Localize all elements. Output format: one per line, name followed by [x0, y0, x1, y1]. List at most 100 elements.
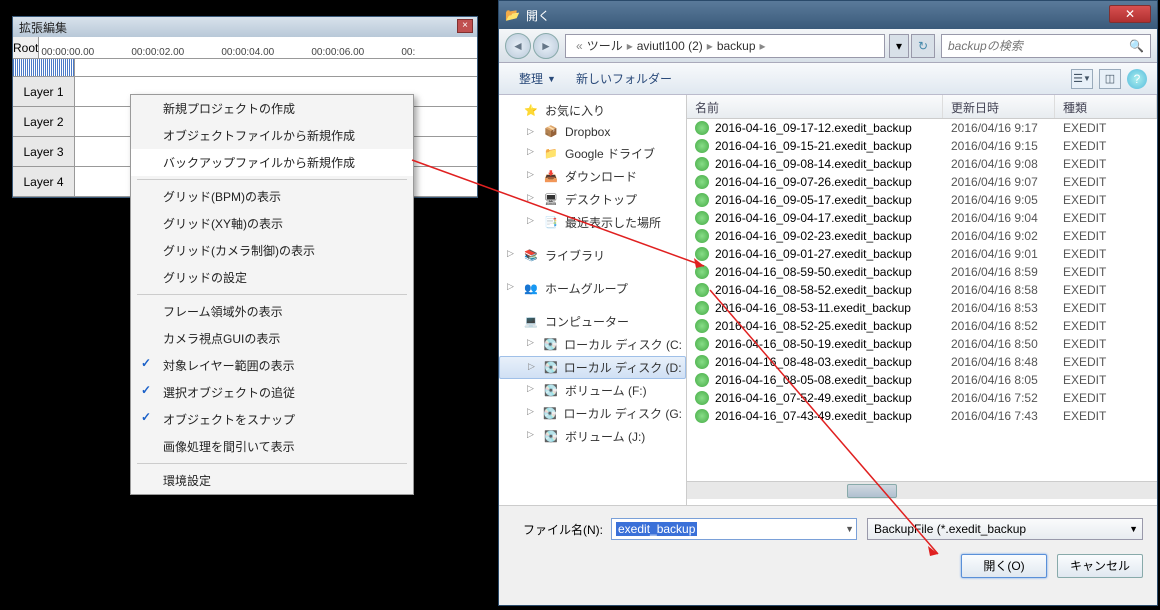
file-row[interactable]: 2016-04-16_07-52-49.exedit_backup2016/04… [687, 389, 1157, 407]
expand-icon[interactable]: ▷ [528, 361, 535, 372]
expand-icon[interactable]: ▷ [527, 169, 534, 180]
col-header-name[interactable]: 名前 [687, 95, 943, 118]
new-folder-button[interactable]: 新しいフォルダー [566, 66, 682, 91]
tree-group[interactable]: ⭐お気に入り [499, 99, 686, 122]
view-options-icon[interactable]: ☰ ▼ [1071, 69, 1093, 89]
file-row[interactable]: 2016-04-16_08-52-25.exedit_backup2016/04… [687, 317, 1157, 335]
open-button[interactable]: 開く(O) [961, 554, 1047, 578]
tree-item[interactable]: ▷💽ボリューム (J:) [499, 425, 686, 448]
menu-item[interactable]: カメラ視点GUIの表示 [131, 325, 413, 352]
expand-icon[interactable]: ▷ [527, 215, 534, 226]
expand-icon[interactable]: ▷ [527, 429, 534, 440]
tree-item[interactable]: ▷📑最近表示した場所 [499, 211, 686, 234]
timeline-titlebar[interactable]: 拡張編集 × [13, 17, 477, 37]
forward-button[interactable]: ► [533, 33, 559, 59]
menu-item[interactable]: 画像処理を間引いて表示 [131, 433, 413, 460]
file-row[interactable]: 2016-04-16_08-59-50.exedit_backup2016/04… [687, 263, 1157, 281]
file-row[interactable]: 2016-04-16_08-53-11.exedit_backup2016/04… [687, 299, 1157, 317]
menu-item[interactable]: バックアップファイルから新規作成 [131, 149, 413, 176]
chevron-down-icon[interactable]: ▼ [845, 524, 854, 534]
file-row[interactable]: 2016-04-16_08-48-03.exedit_backup2016/04… [687, 353, 1157, 371]
layer-label[interactable]: Layer 3 [13, 137, 75, 166]
search-box[interactable]: 🔍 [941, 34, 1151, 58]
file-row[interactable]: 2016-04-16_09-05-17.exedit_backup2016/04… [687, 191, 1157, 209]
back-button[interactable]: ◄ [505, 33, 531, 59]
wave-track[interactable] [75, 59, 477, 76]
file-row[interactable]: 2016-04-16_09-15-21.exedit_backup2016/04… [687, 137, 1157, 155]
file-row[interactable]: 2016-04-16_08-05-08.exedit_backup2016/04… [687, 371, 1157, 389]
file-row[interactable]: 2016-04-16_09-01-27.exedit_backup2016/04… [687, 245, 1157, 263]
time-ruler[interactable]: 00:00:00.0000:00:02.0000:00:04.0000:00:0… [39, 37, 491, 58]
expand-icon[interactable]: ▷ [527, 192, 534, 203]
menu-item[interactable]: グリッドの設定 [131, 264, 413, 291]
horizontal-scrollbar[interactable] [687, 481, 1157, 499]
expand-icon[interactable]: ▷ [527, 126, 534, 137]
file-row[interactable]: 2016-04-16_09-04-17.exedit_backup2016/04… [687, 209, 1157, 227]
tree-group[interactable]: 💻コンピューター [499, 310, 686, 333]
tree-item[interactable]: ▷💽ローカル ディスク (G: [499, 402, 686, 425]
organize-button[interactable]: 整理▼ [509, 66, 566, 91]
root-cell[interactable]: Root [13, 37, 39, 58]
chevron-down-icon[interactable]: ▼ [1129, 524, 1138, 534]
file-rows[interactable]: 2016-04-16_09-17-12.exedit_backup2016/04… [687, 119, 1157, 481]
layer-label[interactable]: Layer 4 [13, 167, 75, 196]
tree-item[interactable]: ▷💽ローカル ディスク (C: [499, 333, 686, 356]
list-header[interactable]: 名前 更新日時 種類 [687, 95, 1157, 119]
close-icon[interactable]: ✕ [1109, 5, 1151, 23]
expand-icon[interactable]: ▷ [507, 281, 514, 292]
expand-icon[interactable]: ▷ [527, 383, 534, 394]
breadcrumb-item[interactable]: backup [717, 39, 756, 53]
expand-icon[interactable]: ▷ [527, 406, 534, 417]
file-list: 名前 更新日時 種類 2016-04-16_09-17-12.exedit_ba… [687, 95, 1157, 505]
file-row[interactable]: 2016-04-16_07-43-49.exedit_backup2016/04… [687, 407, 1157, 425]
col-header-date[interactable]: 更新日時 [943, 95, 1055, 118]
menu-item[interactable]: オブジェクトファイルから新規作成 [131, 122, 413, 149]
file-row[interactable]: 2016-04-16_08-58-52.exedit_backup2016/04… [687, 281, 1157, 299]
expand-icon[interactable]: ▷ [507, 248, 514, 259]
search-icon[interactable]: 🔍 [1129, 39, 1144, 53]
tree-item[interactable]: ▷🖥デスクトップ [499, 188, 686, 211]
scrollbar-thumb[interactable] [847, 484, 897, 498]
dialog-titlebar[interactable]: 📂 開く ✕ [499, 1, 1157, 29]
tree-item[interactable]: ▷📥ダウンロード [499, 165, 686, 188]
menu-item[interactable]: 環境設定 [131, 467, 413, 494]
filetype-filter[interactable]: BackupFile (*.exedit_backup ▼ [867, 518, 1143, 540]
search-input[interactable] [948, 39, 1129, 53]
tree-group[interactable]: ▷📚ライブラリ [499, 244, 686, 267]
tree-item[interactable]: ▷💽ローカル ディスク (D: [499, 356, 686, 379]
close-icon[interactable]: × [457, 19, 473, 33]
tree-item[interactable]: ▷💽ボリューム (F:) [499, 379, 686, 402]
refresh-icon[interactable]: ↻ [911, 34, 935, 58]
filename-input[interactable]: exedit_backup ▼ [611, 518, 857, 540]
tree-group[interactable]: ▷👥ホームグループ [499, 277, 686, 300]
menu-item[interactable]: グリッド(BPM)の表示 [131, 183, 413, 210]
layer-label[interactable]: Layer 1 [13, 77, 75, 106]
file-row[interactable]: 2016-04-16_09-08-14.exedit_backup2016/04… [687, 155, 1157, 173]
menu-item[interactable]: 対象レイヤー範囲の表示✓ [131, 352, 413, 379]
tree-item[interactable]: ▷📁Google ドライブ [499, 142, 686, 165]
menu-item[interactable]: 新規プロジェクトの作成 [131, 95, 413, 122]
breadcrumb-dropdown[interactable]: ▾ [889, 34, 909, 58]
col-header-type[interactable]: 種類 [1055, 95, 1157, 118]
breadcrumb-item[interactable]: aviutl100 (2) [637, 39, 703, 53]
file-row[interactable]: 2016-04-16_08-50-19.exedit_backup2016/04… [687, 335, 1157, 353]
cancel-button[interactable]: キャンセル [1057, 554, 1143, 578]
breadcrumb-item[interactable]: ツール [587, 37, 623, 54]
layer-label[interactable]: Layer 2 [13, 107, 75, 136]
menu-item[interactable]: 選択オブジェクトの追従✓ [131, 379, 413, 406]
menu-item[interactable]: フレーム領域外の表示 [131, 298, 413, 325]
expand-icon[interactable]: ▷ [527, 146, 534, 157]
preview-pane-icon[interactable]: ◫ [1099, 69, 1121, 89]
file-row[interactable]: 2016-04-16_09-07-26.exedit_backup2016/04… [687, 173, 1157, 191]
file-type: EXEDIT [1055, 175, 1157, 189]
menu-item[interactable]: オブジェクトをスナップ✓ [131, 406, 413, 433]
menu-item[interactable]: グリッド(カメラ制御)の表示 [131, 237, 413, 264]
nav-tree[interactable]: ⭐お気に入り▷📦Dropbox▷📁Google ドライブ▷📥ダウンロード▷🖥デス… [499, 95, 687, 505]
help-icon[interactable]: ? [1127, 69, 1147, 89]
file-row[interactable]: 2016-04-16_09-17-12.exedit_backup2016/04… [687, 119, 1157, 137]
breadcrumb[interactable]: «ツール▸aviutl100 (2)▸backup▸ [565, 34, 885, 58]
expand-icon[interactable]: ▷ [527, 337, 534, 348]
file-row[interactable]: 2016-04-16_09-02-23.exedit_backup2016/04… [687, 227, 1157, 245]
menu-item[interactable]: グリッド(XY軸)の表示 [131, 210, 413, 237]
tree-item[interactable]: ▷📦Dropbox [499, 122, 686, 142]
